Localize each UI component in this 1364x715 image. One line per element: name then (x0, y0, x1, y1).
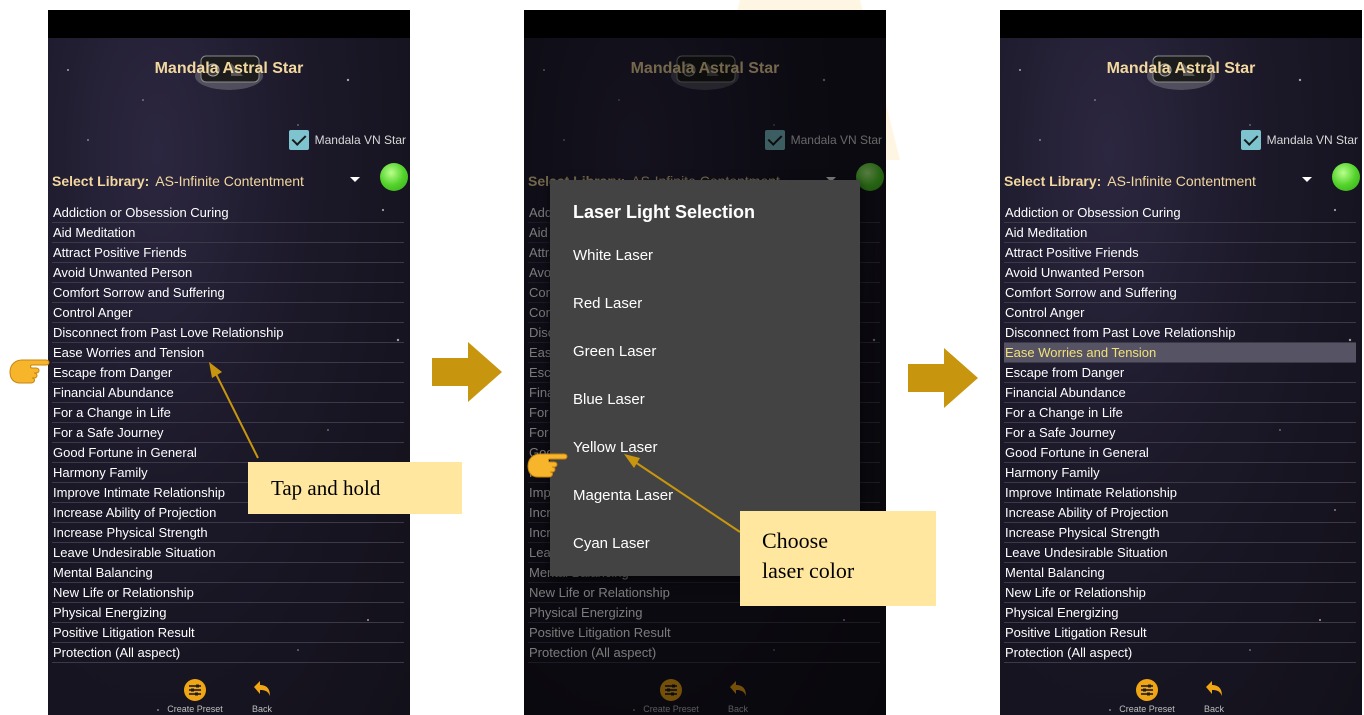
list-item[interactable]: Disconnect from Past Love Relationship (1004, 323, 1356, 343)
list-item[interactable]: Financial Abundance (52, 383, 404, 403)
status-bar (1000, 10, 1362, 38)
pointing-hand-icon (527, 453, 568, 478)
back-label: Back (251, 704, 272, 714)
list-item[interactable]: New Life or Relationship (52, 583, 404, 603)
list-item[interactable]: Increase Ability of Projection (1004, 503, 1356, 523)
list-item[interactable]: Escape from Danger (1004, 363, 1356, 383)
vn-star-label: Mandala VN Star (1266, 133, 1358, 147)
vn-star-checkbox[interactable] (288, 130, 309, 150)
back-button[interactable]: Back (1196, 678, 1232, 714)
vn-star-toggle[interactable]: Mandala VN Star (288, 130, 406, 150)
library-selector[interactable]: Select Library: AS-Infinite Contentment (1004, 163, 1360, 194)
list-item[interactable]: Comfort Sorrow and Suffering (52, 283, 404, 303)
vn-star-toggle[interactable]: Mandala VN Star (1240, 130, 1358, 150)
vn-star-label: Mandala VN Star (314, 133, 406, 147)
list-item[interactable]: Aid Meditation (1004, 223, 1356, 243)
list-item[interactable]: Leave Undesirable Situation (1004, 543, 1356, 563)
program-list: Addiction or Obsession CuringAid Meditat… (1004, 203, 1356, 663)
laser-option-blue[interactable]: Blue Laser (550, 376, 860, 424)
list-item[interactable]: Financial Abundance (1004, 383, 1356, 403)
create-preset-button[interactable]: Create Preset (160, 678, 230, 714)
status-led-icon (380, 163, 408, 191)
phone-screen-step3: Mandala Astral Star Mandala VN Star Sele… (1000, 10, 1362, 715)
list-item[interactable]: Increase Physical Strength (52, 523, 404, 543)
create-preset-button[interactable]: Create Preset (1112, 678, 1182, 714)
dropdown-arrow-icon[interactable] (350, 177, 360, 182)
step-arrow-icon (432, 342, 502, 402)
list-item[interactable]: For a Change in Life (1004, 403, 1356, 423)
back-label: Back (1203, 704, 1224, 714)
list-item[interactable]: Good Fortune in General (52, 443, 404, 463)
laser-option-red[interactable]: Red Laser (550, 280, 860, 328)
list-item[interactable]: Control Anger (52, 303, 404, 323)
list-item[interactable]: For a Safe Journey (1004, 423, 1356, 443)
list-item[interactable]: Avoid Unwanted Person (52, 263, 404, 283)
list-item[interactable]: Mental Balancing (1004, 563, 1356, 583)
list-item[interactable]: Physical Energizing (1004, 603, 1356, 623)
step-arrow-icon (908, 348, 978, 408)
list-item[interactable]: Protection (All aspect) (1004, 643, 1356, 663)
laser-option-green[interactable]: Green Laser (550, 328, 860, 376)
bottom-bar: Create Preset Back (48, 674, 410, 715)
list-item[interactable]: Protection (All aspect) (52, 643, 404, 663)
choose-color-callout: Choose laser color (740, 511, 936, 606)
list-item[interactable]: Positive Litigation Result (52, 623, 404, 643)
laser-option-yellow[interactable]: Yellow Laser (550, 424, 860, 472)
vn-star-checkbox[interactable] (1240, 130, 1261, 150)
list-item[interactable]: Increase Physical Strength (1004, 523, 1356, 543)
create-preset-label: Create Preset (167, 704, 223, 714)
status-led-icon (1332, 163, 1360, 191)
preset-icon (184, 679, 206, 701)
dialog-title: Laser Light Selection (573, 202, 756, 222)
pointing-hand-icon (9, 359, 50, 384)
create-preset-label: Create Preset (1119, 704, 1175, 714)
back-arrow-icon (254, 681, 270, 696)
list-item[interactable]: Ease Worries and Tension (52, 343, 404, 363)
bottom-bar: Create Preset Back (1000, 674, 1362, 715)
library-value[interactable]: AS-Infinite Contentment (1107, 173, 1256, 189)
phone-screen-step1: Mandala Astral Star Mandala VN Star Sele… (48, 10, 410, 715)
dropdown-arrow-icon[interactable] (1302, 177, 1312, 182)
back-button[interactable]: Back (244, 678, 280, 714)
list-item[interactable]: Disconnect from Past Love Relationship (52, 323, 404, 343)
list-item[interactable]: Harmony Family (1004, 463, 1356, 483)
program-list: Addiction or Obsession CuringAid Meditat… (52, 203, 404, 663)
library-label: Select Library: (52, 173, 150, 189)
list-item[interactable]: Comfort Sorrow and Suffering (1004, 283, 1356, 303)
list-item[interactable]: Avoid Unwanted Person (1004, 263, 1356, 283)
list-item[interactable]: For a Safe Journey (52, 423, 404, 443)
list-item[interactable]: Physical Energizing (52, 603, 404, 623)
list-item[interactable]: Attract Positive Friends (52, 243, 404, 263)
callout-line-2: laser color (762, 558, 855, 583)
list-item[interactable]: Positive Litigation Result (1004, 623, 1356, 643)
list-item[interactable]: Mental Balancing (52, 563, 404, 583)
library-selector[interactable]: Select Library: AS-Infinite Contentment (52, 163, 408, 194)
list-item[interactable]: Control Anger (1004, 303, 1356, 323)
list-item[interactable]: Aid Meditation (52, 223, 404, 243)
back-arrow-icon (1206, 681, 1222, 696)
list-item[interactable]: New Life or Relationship (1004, 583, 1356, 603)
library-value[interactable]: AS-Infinite Contentment (155, 173, 304, 189)
tap-hold-callout: Tap and hold (248, 462, 462, 514)
callout-line-1: Choose (762, 528, 828, 553)
app-title: Mandala Astral Star (154, 60, 304, 77)
library-label: Select Library: (1004, 173, 1102, 189)
list-item[interactable]: Improve Intimate Relationship (1004, 483, 1356, 503)
preset-icon (1136, 679, 1158, 701)
laser-option-white[interactable]: White Laser (550, 232, 860, 280)
list-item[interactable]: Ease Worries and Tension (1004, 343, 1356, 363)
list-item[interactable]: Addiction or Obsession Curing (1004, 203, 1356, 223)
list-item[interactable]: Addiction or Obsession Curing (52, 203, 404, 223)
list-item[interactable]: For a Change in Life (52, 403, 404, 423)
list-item[interactable]: Good Fortune in General (1004, 443, 1356, 463)
status-bar (48, 10, 410, 38)
list-item[interactable]: Leave Undesirable Situation (52, 543, 404, 563)
list-item[interactable]: Attract Positive Friends (1004, 243, 1356, 263)
list-item[interactable]: Escape from Danger (52, 363, 404, 383)
app-title: Mandala Astral Star (1106, 60, 1256, 77)
